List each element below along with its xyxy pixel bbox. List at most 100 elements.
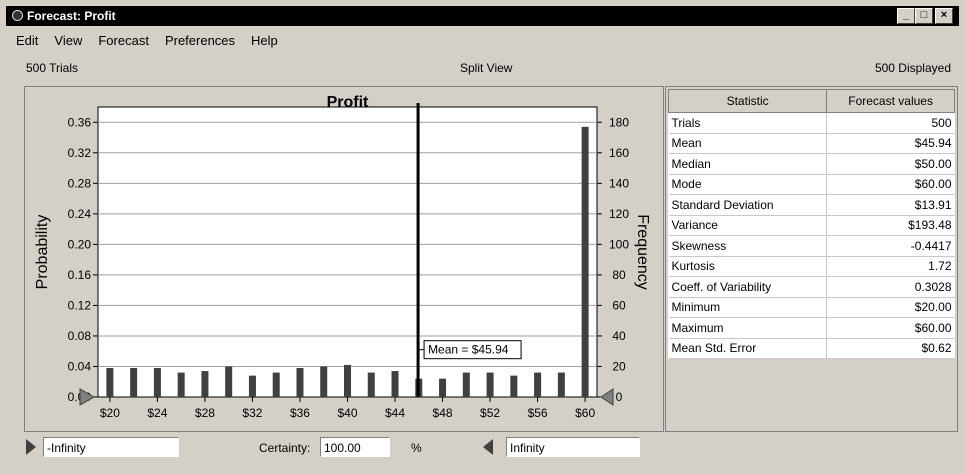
histogram-bar bbox=[130, 368, 138, 397]
certainty-field[interactable]: 100.00 bbox=[320, 437, 390, 457]
x-tick-label: $20 bbox=[100, 406, 120, 420]
stat-value: $13.91 bbox=[826, 194, 955, 216]
percent-label: % bbox=[411, 441, 422, 455]
stat-row: Kurtosis 1.72 bbox=[668, 256, 955, 277]
y2-tick-label: 120 bbox=[609, 207, 629, 221]
stat-value: 1.72 bbox=[826, 256, 955, 277]
stat-name: Variance bbox=[668, 215, 827, 236]
x-tick-label: $32 bbox=[242, 406, 262, 420]
histogram-bar bbox=[439, 378, 447, 397]
right-bound-field[interactable]: Infinity bbox=[506, 437, 640, 457]
histogram-bar bbox=[296, 368, 304, 397]
histogram-bar bbox=[534, 372, 542, 397]
histogram-bar bbox=[557, 372, 565, 397]
maximize-button[interactable]: □ bbox=[915, 8, 933, 24]
stat-row: Coeff. of Variability 0.3028 bbox=[668, 276, 955, 298]
x-tick-label: $36 bbox=[290, 406, 310, 420]
stat-value: 0.3028 bbox=[826, 276, 955, 298]
chart-title: Profit bbox=[327, 94, 369, 111]
forecast-values-header[interactable]: Forecast values bbox=[826, 89, 955, 113]
stat-name: Minimum bbox=[668, 297, 827, 318]
y2-tick-label: 20 bbox=[612, 359, 626, 373]
histogram-bar bbox=[177, 372, 185, 397]
histogram-bar bbox=[486, 372, 494, 397]
stat-value: $0.62 bbox=[826, 338, 955, 359]
stat-name: Standard Deviation bbox=[668, 194, 827, 216]
y-tick-label: 0.20 bbox=[68, 237, 92, 251]
y-tick-label: 0.28 bbox=[68, 176, 92, 190]
close-button[interactable]: × bbox=[935, 8, 953, 24]
stat-value: -0.4417 bbox=[826, 235, 955, 257]
x-tick-label: $48 bbox=[433, 406, 453, 420]
histogram-bar bbox=[581, 126, 589, 397]
plot-area bbox=[97, 106, 598, 398]
stat-row: Variance $193.48 bbox=[668, 215, 955, 236]
x-tick-label: $52 bbox=[480, 406, 500, 420]
stat-value: $60.00 bbox=[826, 317, 955, 339]
stat-row: Mean $45.94 bbox=[668, 133, 955, 154]
right-grabber-icon[interactable] bbox=[483, 439, 493, 455]
stat-value: 500 bbox=[826, 112, 955, 134]
stat-row: Trials 500 bbox=[668, 112, 955, 134]
y2-tick-label: 60 bbox=[612, 298, 626, 312]
y-tick-label: 0.36 bbox=[68, 115, 92, 129]
y-tick-label: 0.04 bbox=[68, 359, 92, 373]
y-tick-label: 0.24 bbox=[68, 207, 92, 221]
y-tick-label: 0.32 bbox=[68, 146, 92, 160]
y2-tick-label: 100 bbox=[609, 237, 629, 251]
stat-value: $50.00 bbox=[826, 153, 955, 175]
certainty-label: Certainty: bbox=[259, 441, 311, 455]
x-tick-label: $24 bbox=[147, 406, 167, 420]
histogram-bar bbox=[225, 366, 233, 397]
displayed-count: 500 Displayed bbox=[874, 61, 951, 75]
stat-row: Median $50.00 bbox=[668, 153, 955, 175]
menu-view[interactable]: View bbox=[54, 33, 82, 48]
trials-count: 500 Trials bbox=[26, 61, 79, 75]
menu-preferences[interactable]: Preferences bbox=[165, 33, 235, 48]
stat-name: Skewness bbox=[668, 235, 827, 257]
title-bar: Forecast: Profit _ □ × bbox=[6, 6, 959, 26]
y-tick-label: 0.16 bbox=[68, 268, 92, 282]
menu-help[interactable]: Help bbox=[251, 33, 278, 48]
stat-value: $60.00 bbox=[826, 174, 955, 195]
stat-row: Minimum $20.00 bbox=[668, 297, 955, 318]
stat-value: $20.00 bbox=[826, 297, 955, 318]
left-grabber-icon[interactable] bbox=[26, 439, 36, 455]
x-tick-label: $44 bbox=[385, 406, 405, 420]
menu-forecast[interactable]: Forecast bbox=[98, 33, 149, 48]
histogram-bar bbox=[153, 368, 161, 397]
y2-tick-label: 160 bbox=[609, 146, 629, 160]
stat-name: Median bbox=[668, 153, 827, 175]
app-icon bbox=[12, 10, 23, 21]
window-title: Forecast: Profit bbox=[27, 9, 116, 23]
stat-name: Trials bbox=[668, 112, 827, 134]
view-mode: Split View bbox=[460, 61, 513, 75]
statistics-panel: Statistic Forecast values Trials 500 Mean $… bbox=[665, 86, 958, 432]
y-axis-label: Probability bbox=[34, 215, 51, 290]
histogram-bar bbox=[367, 372, 375, 397]
histogram-bar bbox=[201, 371, 209, 397]
x-tick-label: $56 bbox=[528, 406, 548, 420]
histogram-bar bbox=[248, 375, 256, 397]
histogram-bar bbox=[272, 372, 280, 397]
y2-tick-label: 80 bbox=[612, 268, 626, 282]
menu-edit[interactable]: Edit bbox=[16, 33, 38, 48]
y2-axis-label: Frequency bbox=[634, 214, 651, 290]
y2-tick-label: 140 bbox=[609, 176, 629, 190]
chart-panel: Profit 0.00 0.04 0.08 0.12 0.16 0.20 0.24 0.28 0.… bbox=[24, 86, 664, 432]
left-bound-field[interactable]: -Infinity bbox=[43, 437, 179, 457]
stat-row: Mode $60.00 bbox=[668, 174, 955, 195]
stat-row: Maximum $60.00 bbox=[668, 317, 955, 339]
forecast-chart: Profit0.000.040.080.120.160.200.240.280.… bbox=[34, 94, 651, 420]
minimize-button[interactable]: _ bbox=[897, 8, 915, 24]
stat-name: Coeff. of Variability bbox=[668, 276, 827, 298]
statistic-header[interactable]: Statistic bbox=[667, 89, 828, 113]
y2-tick-label: 40 bbox=[612, 329, 626, 343]
stat-name: Mean Std. Error bbox=[668, 338, 827, 359]
mean-label: Mean = $45.94 bbox=[428, 343, 509, 357]
histogram-bar bbox=[462, 372, 470, 397]
certainty-bar: -Infinity Certainty: 100.00 % Infinity bbox=[0, 436, 965, 466]
y-tick-label: 0.12 bbox=[68, 298, 92, 312]
right-axis-grabber-icon bbox=[600, 388, 614, 406]
histogram-bar bbox=[320, 366, 328, 397]
